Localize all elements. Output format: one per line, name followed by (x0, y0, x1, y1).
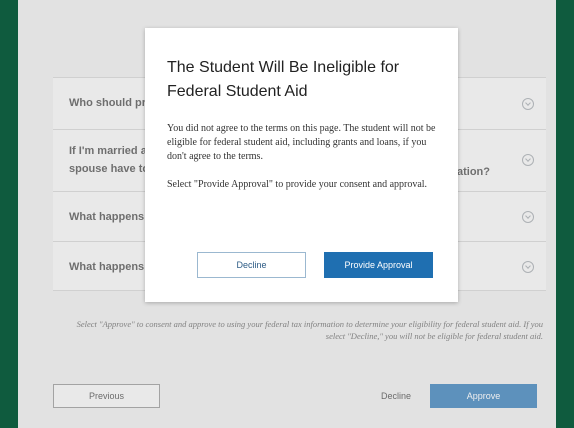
provide-approval-button[interactable]: Provide Approval (324, 252, 433, 278)
modal-title: The Student Will Be Ineligible for Feder… (167, 59, 400, 100)
modal-body-paragraph-2: Select "Provide Approval" to provide you… (167, 179, 428, 190)
modal-body-paragraph-1: You did not agree to the terms on this p… (167, 123, 436, 162)
page-background: Who should pro If I'm married a spouse h… (18, 0, 556, 428)
modal-body: You did not agree to the terms on this p… (167, 122, 442, 206)
modal-decline-button[interactable]: Decline (197, 252, 306, 278)
ineligible-modal: The Student Will Be Ineligible for Feder… (145, 28, 458, 302)
